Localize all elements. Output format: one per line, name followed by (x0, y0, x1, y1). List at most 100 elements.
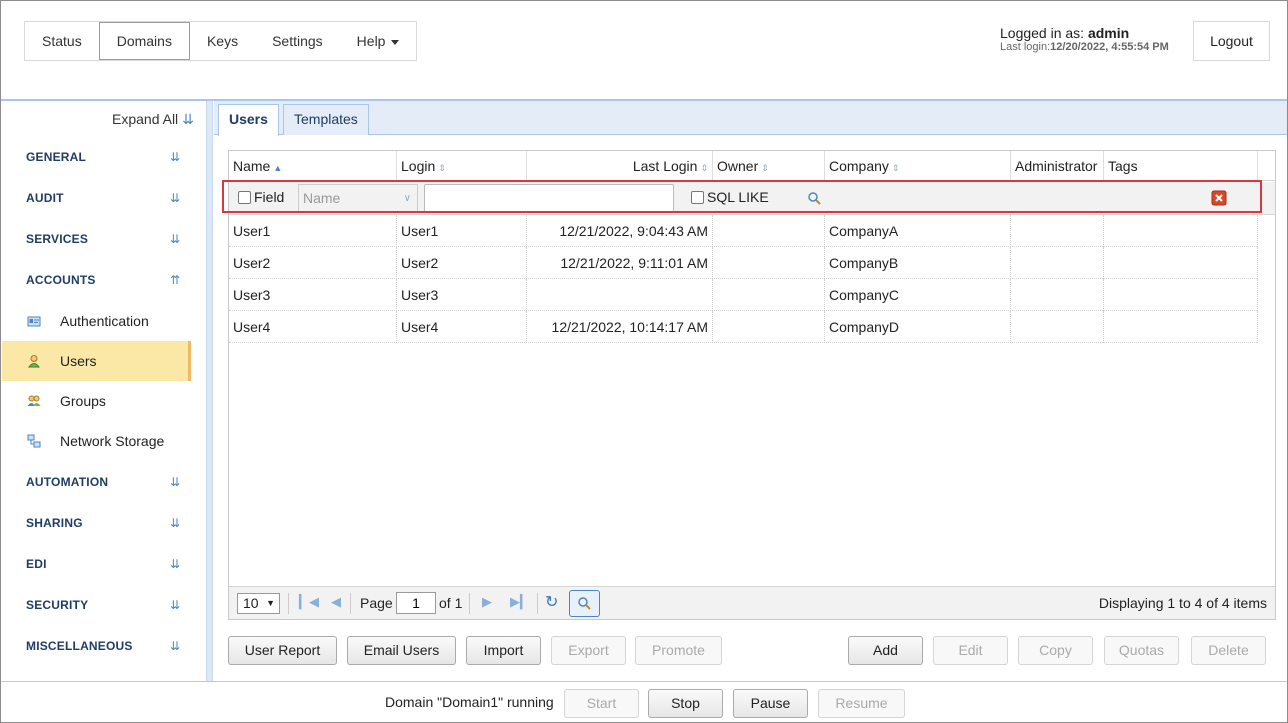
separator (469, 593, 470, 614)
column-label: Login (401, 158, 436, 174)
prev-page-icon[interactable]: ◀ (331, 594, 341, 610)
edit-button[interactable]: Edit (933, 636, 1008, 665)
column-label: Name (233, 158, 271, 174)
delete-button[interactable]: Delete (1191, 636, 1266, 665)
section-sharing[interactable]: SHARING (26, 516, 83, 530)
page-size-select[interactable]: 10 ▼ (237, 593, 280, 614)
nav-help[interactable]: Help (340, 22, 417, 60)
id-card-icon (27, 316, 41, 327)
column-header-login[interactable]: Login ⇕ (397, 151, 527, 181)
sidebar-item-groups[interactable]: Groups (2, 381, 191, 421)
cell-login: User3 (397, 279, 527, 311)
export-button[interactable]: Export (551, 636, 626, 665)
section-accounts[interactable]: ACCOUNTS (26, 273, 96, 287)
first-page-icon[interactable]: ▎◀ (299, 594, 319, 610)
stop-button[interactable]: Stop (648, 689, 723, 718)
cell-login: User2 (397, 247, 527, 279)
chevron-down-icon[interactable]: ⇊ (170, 639, 180, 653)
chevron-down-icon[interactable]: ⇊ (170, 475, 180, 489)
cell-last-login (527, 279, 713, 311)
section-security[interactable]: SECURITY (26, 598, 88, 612)
tab-templates[interactable]: Templates (283, 104, 369, 135)
cell-company: CompanyB (825, 247, 1011, 279)
table-row[interactable]: User4 User4 12/21/2022, 10:14:17 AM Comp… (229, 311, 1258, 343)
display-info: Displaying 1 to 4 of 4 items (1098, 595, 1267, 611)
network-storage-icon (27, 434, 41, 448)
sort-icon: ⇕ (891, 163, 900, 173)
nav-domains[interactable]: Domains (98, 22, 190, 60)
chevron-down-icon[interactable]: ⇊ (170, 598, 180, 612)
cell-owner (713, 311, 825, 343)
cell-company: CompanyA (825, 215, 1011, 247)
cell-tags (1104, 311, 1258, 343)
expand-all-button[interactable]: Expand All ⇊ (112, 111, 194, 128)
logout-button[interactable]: Logout (1193, 21, 1270, 61)
page-size-value: 10 (243, 595, 259, 611)
chevron-down-icon[interactable]: ⇊ (170, 557, 180, 571)
section-edi[interactable]: EDI (26, 557, 47, 571)
chevron-down-icon[interactable]: ⇊ (170, 516, 180, 530)
sidebar-item-authentication[interactable]: Authentication (2, 301, 191, 341)
cell-owner (713, 247, 825, 279)
cell-tags (1104, 215, 1258, 247)
last-page-icon[interactable]: ▶▎ (510, 594, 530, 610)
nav-keys[interactable]: Keys (190, 22, 255, 60)
user-report-button[interactable]: User Report (228, 636, 337, 665)
sidebar-item-network-storage[interactable]: Network Storage (2, 421, 191, 461)
cell-owner (713, 279, 825, 311)
section-miscellaneous[interactable]: MISCELLANEOUS (26, 639, 133, 653)
cell-login: User4 (397, 311, 527, 343)
column-header-owner[interactable]: Owner ⇕ (713, 151, 825, 181)
sidebar-splitter[interactable] (206, 101, 213, 681)
chevron-down-icon[interactable]: ⇊ (170, 191, 180, 205)
start-button[interactable]: Start (564, 689, 639, 718)
refresh-icon[interactable]: ↻ (545, 592, 558, 612)
nav-help-label: Help (356, 33, 386, 49)
nav-status[interactable]: Status (25, 22, 99, 60)
chevron-down-icon[interactable]: ⇊ (170, 150, 180, 164)
sort-icon: ⇕ (761, 163, 769, 173)
quotas-button[interactable]: Quotas (1104, 636, 1179, 665)
chevron-down-icon[interactable]: ⇊ (170, 232, 180, 246)
copy-button[interactable]: Copy (1018, 636, 1093, 665)
column-header-administrator[interactable]: Administrator (1011, 151, 1104, 181)
group-icon (27, 395, 41, 406)
cell-tags (1104, 247, 1258, 279)
column-header-company[interactable]: Company ⇕ (825, 151, 1011, 181)
column-header-name[interactable]: Name ▲ (229, 151, 397, 181)
table-row[interactable]: User1 User1 12/21/2022, 9:04:43 AM Compa… (229, 215, 1258, 247)
double-chevron-down-icon: ⇊ (182, 111, 194, 127)
section-general[interactable]: GENERAL (26, 150, 86, 164)
column-label: Company (829, 158, 889, 174)
column-header-tags[interactable]: Tags (1104, 151, 1258, 181)
next-page-icon[interactable]: ▶ (482, 594, 492, 610)
table-row[interactable]: User2 User2 12/21/2022, 9:11:01 AM Compa… (229, 247, 1258, 279)
cell-administrator (1011, 215, 1104, 247)
cell-name: User2 (229, 247, 397, 279)
add-button[interactable]: Add (848, 636, 923, 665)
column-header-last-login[interactable]: Last Login ⇕ (527, 151, 713, 181)
cell-administrator (1011, 247, 1104, 279)
sidebar-item-users[interactable]: Users (2, 341, 191, 381)
pause-button[interactable]: Pause (733, 689, 808, 718)
resume-button[interactable]: Resume (818, 689, 905, 718)
import-button[interactable]: Import (466, 636, 541, 665)
table-row[interactable]: User3 User3 CompanyC (229, 279, 1258, 311)
nav-settings[interactable]: Settings (255, 22, 340, 60)
users-grid: Name ▲ Login ⇕ Last Login ⇕ Owner ⇕ Company ⇕… (228, 150, 1276, 620)
section-audit[interactable]: AUDIT (26, 191, 64, 205)
cell-last-login: 12/21/2022, 9:04:43 AM (527, 215, 713, 247)
chevron-up-icon[interactable]: ⇈ (170, 273, 180, 287)
page-input[interactable] (396, 592, 436, 614)
section-automation[interactable]: AUTOMATION (26, 475, 108, 489)
email-users-button[interactable]: Email Users (347, 636, 456, 665)
column-label: Last Login (632, 158, 698, 174)
tab-users[interactable]: Users (218, 104, 279, 136)
separator (537, 593, 538, 614)
chevron-down-icon (391, 39, 400, 45)
section-services[interactable]: SERVICES (26, 232, 88, 246)
page-of-label: of 1 (439, 595, 463, 611)
sidebar: Expand All ⇊ GENERAL ⇊ AUDIT ⇊ SERVICES … (2, 101, 206, 681)
promote-button[interactable]: Promote (635, 636, 722, 665)
search-toggle-button[interactable] (569, 590, 600, 617)
